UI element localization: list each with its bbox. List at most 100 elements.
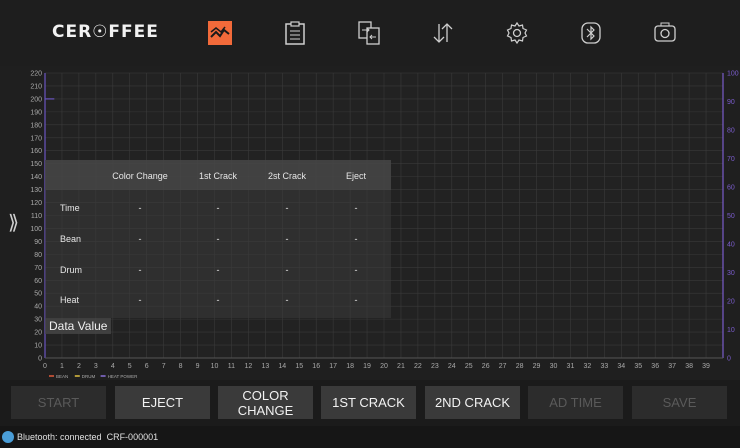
- x-tick-label: 13: [261, 363, 269, 370]
- x-tick-label: 27: [499, 363, 507, 370]
- x-tick-label: 15: [295, 363, 303, 370]
- value-drum-color-change: -: [138, 265, 142, 275]
- x-tick-label: 6: [145, 363, 149, 370]
- x-tick-label: 0: [43, 363, 47, 370]
- chart-icon[interactable]: [208, 21, 232, 45]
- y-left-tick-label: 150: [30, 161, 42, 168]
- x-tick-label: 12: [245, 363, 253, 370]
- y-right-tick-label: 50: [727, 213, 735, 220]
- column-header-second-crack: 2st Crack: [267, 171, 306, 181]
- y-left-tick-label: 80: [34, 252, 42, 259]
- value-bean-eject: -: [354, 234, 358, 244]
- x-tick-label: 4: [111, 363, 115, 370]
- x-tick-label: 32: [584, 363, 592, 370]
- value-time-second-crack: -: [285, 203, 289, 213]
- x-tick-label: 17: [329, 363, 337, 370]
- y-left-tick-label: 110: [31, 213, 42, 220]
- camera-icon[interactable]: [652, 20, 678, 46]
- y-left-tick-label: 70: [34, 265, 42, 272]
- ad-time-button[interactable]: AD TIME: [528, 386, 623, 419]
- y-right-tick-label: 0: [727, 356, 731, 363]
- top-toolbar: CER☉FFEE: [0, 0, 740, 66]
- legend-label: HEAT POWER: [108, 374, 139, 379]
- x-tick-label: 36: [651, 363, 659, 370]
- x-tick-label: 10: [211, 363, 219, 370]
- y-left-tick-label: 50: [34, 291, 42, 298]
- column-header-color-change: Color Change: [112, 171, 168, 181]
- y-left-tick-label: 10: [34, 343, 42, 350]
- x-tick-label: 9: [196, 363, 200, 370]
- x-tick-label: 38: [685, 363, 693, 370]
- value-heat-first-crack: -: [216, 295, 220, 305]
- x-tick-label: 8: [179, 363, 183, 370]
- x-tick-label: 37: [668, 363, 676, 370]
- x-tick-label: 11: [228, 363, 235, 370]
- x-tick-label: 18: [346, 363, 354, 370]
- y-left-tick-label: 90: [34, 239, 42, 246]
- y-right-tick-label: 60: [727, 185, 735, 192]
- eject-button[interactable]: EJECT: [115, 386, 210, 419]
- x-tick-label: 22: [414, 363, 422, 370]
- clipboard-icon[interactable]: [282, 20, 308, 46]
- y-left-tick-label: 60: [34, 278, 42, 285]
- row-label-heat: Heat: [60, 295, 80, 305]
- y-left-tick-label: 40: [34, 304, 42, 311]
- value-drum-first-crack: -: [216, 265, 220, 275]
- gear-icon[interactable]: [504, 20, 530, 46]
- data-value-panel: Color Change 1st Crack 2st Crack Eject T…: [45, 160, 391, 318]
- y-right-tick-label: 30: [727, 270, 735, 277]
- x-tick-label: 1: [60, 363, 64, 370]
- file-transfer-icon[interactable]: [356, 20, 382, 46]
- legend-label: DRUM: [82, 374, 96, 379]
- row-label-time: Time: [60, 203, 80, 213]
- y-left-tick-label: 100: [30, 226, 42, 233]
- value-heat-color-change: -: [138, 295, 142, 305]
- x-tick-label: 35: [634, 363, 642, 370]
- bluetooth-status-icon: [2, 431, 14, 443]
- column-header-first-crack: 1st Crack: [198, 171, 237, 181]
- y-left-tick-label: 190: [30, 109, 42, 116]
- y-left-tick-label: 220: [30, 71, 42, 78]
- x-tick-label: 34: [617, 363, 625, 370]
- value-time-eject: -: [354, 203, 358, 213]
- save-button[interactable]: SAVE: [632, 386, 727, 419]
- second-crack-button[interactable]: 2ND CRACK: [425, 386, 520, 419]
- x-tick-label: 21: [397, 363, 405, 370]
- value-time-first-crack: -: [216, 203, 220, 213]
- value-bean-first-crack: -: [216, 234, 220, 244]
- x-tick-label: 16: [312, 363, 320, 370]
- x-tick-label: 28: [516, 363, 524, 370]
- data-value-caption[interactable]: Data Value: [45, 318, 112, 334]
- sort-arrows-icon[interactable]: [430, 20, 456, 46]
- row-label-bean: Bean: [60, 234, 82, 244]
- y-left-tick-label: 170: [30, 135, 42, 142]
- value-bean-second-crack: -: [285, 234, 289, 244]
- y-left-tick-label: 20: [34, 330, 42, 337]
- x-tick-label: 39: [702, 363, 710, 370]
- x-tick-label: 33: [600, 363, 608, 370]
- x-tick-label: 19: [363, 363, 371, 370]
- x-tick-label: 7: [162, 363, 166, 370]
- y-right-tick-label: 80: [727, 128, 735, 135]
- expand-panel-icon[interactable]: ⟫: [8, 210, 19, 235]
- y-left-tick-label: 30: [34, 317, 42, 324]
- x-tick-label: 20: [380, 363, 388, 370]
- y-right-tick-label: 90: [727, 99, 735, 106]
- color-change-button[interactable]: COLOR CHANGE: [218, 386, 313, 419]
- y-right-tick-label: 20: [727, 299, 735, 306]
- y-left-tick-label: 160: [30, 148, 42, 155]
- first-crack-button[interactable]: 1ST CRACK: [321, 386, 416, 419]
- brand-logo: CER☉FFEE: [52, 22, 159, 42]
- y-left-tick-label: 130: [30, 187, 42, 194]
- y-right-tick-label: 70: [727, 156, 735, 163]
- y-right-tick-label: 10: [727, 327, 735, 334]
- column-header-eject: Eject: [345, 171, 366, 181]
- bluetooth-icon[interactable]: [578, 20, 604, 46]
- x-tick-label: 26: [482, 363, 490, 370]
- x-tick-label: 3: [94, 363, 98, 370]
- y-left-tick-label: 140: [30, 174, 42, 181]
- y-right-tick-label: 40: [727, 242, 735, 249]
- bluetooth-status-text: Bluetooth: connected CRF-000001: [17, 432, 159, 442]
- start-button[interactable]: START: [11, 386, 106, 419]
- x-tick-label: 31: [567, 363, 575, 370]
